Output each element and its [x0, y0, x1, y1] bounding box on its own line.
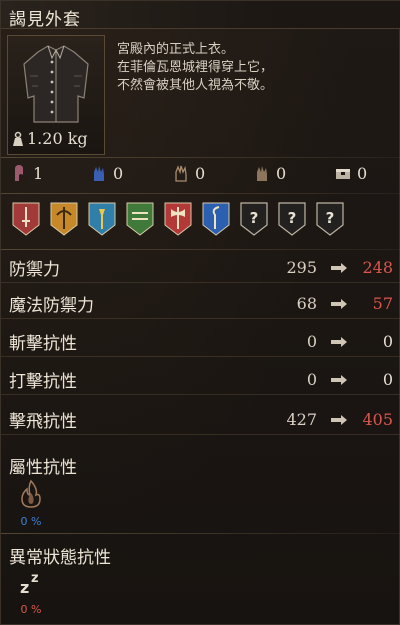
arrow-right-icon — [331, 262, 347, 273]
axe-icon — [164, 202, 192, 236]
slot-hook — [201, 201, 231, 237]
slot-axe — [163, 201, 193, 237]
coat-icon — [23, 45, 89, 123]
weapon-class-slots: ? ? ? — [11, 201, 345, 239]
stat-label: 防禦力 — [9, 260, 60, 280]
dexterity-icon — [94, 166, 104, 181]
staff-icon — [50, 202, 78, 236]
requirement-value: 1 — [33, 163, 44, 183]
resist-value: 0 % — [20, 603, 42, 616]
weight-icon — [13, 131, 23, 146]
status-resist-sleep: z z 0 % — [11, 569, 51, 616]
divider — [1, 533, 400, 534]
requirement-strength: 1 — [11, 163, 43, 183]
status-resist-title: 異常狀態抗性 — [9, 548, 111, 568]
elemental-resist-fire: 0 % — [11, 479, 51, 528]
stat-label: 魔法防禦力 — [9, 296, 94, 316]
description-line: 在菲倫瓦恩城裡得穿上它， — [117, 60, 274, 75]
stat-row-defense: 防禦力 295 248 — [1, 253, 400, 283]
requirement-faith: 0 — [254, 163, 286, 183]
item-panel: 謁見外套 1.20 kg 宮殿內的正式上衣。 在菲倫瓦恩城裡得穿上它， 不然會被… — [0, 0, 400, 625]
divider — [1, 249, 400, 250]
requirements-row: 1 0 0 0 0 — [1, 163, 400, 187]
requirement-value: 0 — [357, 163, 368, 183]
stat-new-value: 57 — [372, 294, 393, 313]
stat-row-strike-resist: 打擊抗性 0 0 — [1, 365, 400, 395]
description-line: 不然會被其他人視為不敬。 — [117, 78, 274, 93]
stat-new-value: 0 — [382, 332, 393, 351]
stat-new-value: 248 — [362, 258, 393, 277]
arrow-right-icon — [331, 374, 347, 385]
torch-icon — [88, 202, 116, 236]
slot-staff — [49, 201, 79, 237]
requirement-value: 0 — [113, 163, 124, 183]
stat-base-value: 0 — [306, 370, 317, 389]
stat-base-value: 0 — [306, 332, 317, 351]
stat-base-value: 295 — [286, 258, 317, 277]
strength-icon — [15, 165, 23, 181]
faith-icon — [257, 166, 267, 181]
arrow-right-icon — [331, 414, 347, 425]
description-line: 宮殿內的正式上衣。 — [117, 42, 235, 57]
sword-icon — [12, 202, 40, 236]
stat-new-value: 405 — [362, 410, 393, 429]
sleep-icon: z z — [20, 571, 39, 597]
unknown-icon: ? — [240, 202, 268, 236]
stat-base-value: 427 — [286, 410, 317, 429]
stat-row-knockdown-resist: 擊飛抗性 427 405 — [1, 405, 400, 435]
stat-label: 擊飛抗性 — [9, 412, 77, 432]
unknown-slot-label: ? — [250, 209, 259, 227]
slot-sword — [11, 201, 41, 237]
requirement-intelligence: 0 — [173, 163, 205, 183]
elemental-resist-title: 屬性抗性 — [9, 458, 77, 478]
requirement-value: 0 — [195, 163, 206, 183]
item-weight: 1.20 kg — [11, 129, 88, 148]
chest-icon — [336, 169, 350, 179]
slot-unknown: ? — [315, 201, 345, 237]
svg-text:z: z — [31, 571, 39, 586]
slot-torch — [87, 201, 117, 237]
divider — [1, 193, 400, 194]
unknown-slot-label: ? — [288, 209, 297, 227]
stat-row-magic-defense: 魔法防禦力 68 57 — [1, 289, 400, 319]
requirement-value: 0 — [276, 163, 287, 183]
stat-label: 打擊抗性 — [9, 372, 77, 392]
svg-text:z: z — [20, 578, 29, 597]
item-weight-value: 1.20 kg — [27, 129, 88, 148]
stat-label: 斬擊抗性 — [9, 334, 77, 354]
slot-unknown: ? — [239, 201, 269, 237]
dual-blade-icon — [126, 202, 154, 236]
unknown-slot-label: ? — [326, 209, 335, 227]
resist-value: 0 % — [20, 515, 42, 528]
stat-row-slash-resist: 斬擊抗性 0 0 — [1, 327, 400, 357]
item-title: 謁見外套 — [9, 10, 81, 30]
slot-dual-blade — [125, 201, 155, 237]
divider — [1, 157, 400, 158]
stat-new-value: 0 — [382, 370, 393, 389]
unknown-icon: ? — [316, 202, 344, 236]
item-description: 宮殿內的正式上衣。 在菲倫瓦恩城裡得穿上它， 不然會被其他人視為不敬。 — [117, 41, 397, 95]
requirement-chest: 0 — [335, 163, 367, 183]
requirement-dexterity: 0 — [91, 163, 123, 183]
slot-unknown: ? — [277, 201, 307, 237]
arrow-right-icon — [331, 298, 347, 309]
fire-icon — [21, 479, 41, 508]
stat-base-value: 68 — [296, 294, 317, 313]
intelligence-icon — [175, 165, 187, 182]
title-bar: 謁見外套 — [1, 1, 400, 30]
arrow-right-icon — [331, 336, 347, 347]
hook-icon — [202, 202, 230, 236]
unknown-icon: ? — [278, 202, 306, 236]
